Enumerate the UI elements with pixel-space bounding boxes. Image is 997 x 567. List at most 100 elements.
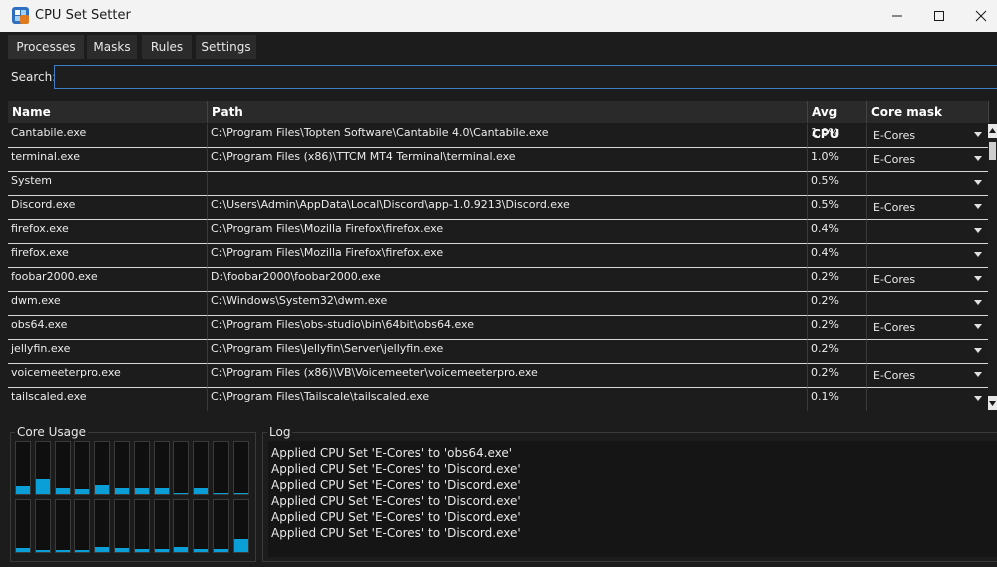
core-mask-dropdown[interactable]: E-Cores	[867, 196, 989, 220]
cell-name: firefox.exe	[8, 220, 208, 244]
core-usage-bar	[34, 441, 51, 495]
column-header-core-mask[interactable]: Core mask	[867, 101, 989, 123]
tab-rules[interactable]: Rules	[142, 35, 192, 59]
core-mask-dropdown[interactable]: E-Cores	[867, 148, 989, 172]
table-row[interactable]: System 0.5%	[8, 172, 989, 196]
log-list[interactable]: Applied CPU Set 'E-Cores' to 'obs64.exe'…	[268, 441, 997, 557]
column-header-path[interactable]: Path	[208, 101, 808, 123]
scroll-down-arrow-icon[interactable]	[988, 396, 997, 410]
table-row[interactable]: voicemeeterpro.exe C:\Program Files (x86)…	[8, 364, 989, 388]
tab-processes[interactable]: Processes	[8, 35, 84, 59]
close-button[interactable]	[958, 0, 997, 32]
core-mask-value: E-Cores	[873, 129, 916, 142]
cell-name: voicemeeterpro.exe	[8, 364, 208, 388]
core-usage-bar	[74, 499, 91, 553]
table-row[interactable]: foobar2000.exe D:\foobar2000\foobar2000.e…	[8, 268, 989, 292]
cell-path: C:\Program Files\Topten Software\Cantabi…	[208, 124, 808, 148]
table-row[interactable]: dwm.exe C:\Windows\System32\dwm.exe 0.2%	[8, 292, 989, 316]
cell-avg-cpu: 0.2%	[808, 340, 867, 364]
table-row[interactable]: obs64.exe C:\Program Files\obs-studio\bin…	[8, 316, 989, 340]
tab-masks[interactable]: Masks	[87, 35, 137, 59]
maximize-button[interactable]	[916, 0, 962, 32]
chevron-down-icon	[974, 252, 982, 257]
cell-name: Cantabile.exe	[8, 124, 208, 148]
core-usage-bar	[114, 499, 130, 553]
core-mask-dropdown[interactable]	[867, 292, 989, 316]
core-usage-fill	[194, 487, 209, 494]
core-usage-bar	[94, 441, 111, 495]
core-usage-fill	[95, 546, 110, 552]
close-icon	[975, 10, 987, 22]
table-row[interactable]: jellyfin.exe C:\Program Files\Jellyfin\Se…	[8, 340, 989, 364]
core-mask-dropdown[interactable]	[867, 340, 989, 364]
cell-name: Discord.exe	[8, 196, 208, 220]
core-mask-value: E-Cores	[873, 321, 916, 334]
core-mask-dropdown[interactable]: E-Cores	[867, 364, 989, 388]
cell-avg-cpu: 0.4%	[808, 220, 867, 244]
cell-path: C:\Program Files\obs-studio\bin\64bit\ob…	[208, 316, 808, 340]
minimize-button[interactable]	[874, 0, 920, 32]
core-mask-value: E-Cores	[873, 153, 916, 166]
cell-path: C:\Program Files (x86)\VB\Voicemeeter\vo…	[208, 364, 808, 388]
table-row[interactable]: Cantabile.exe C:\Program Files\Topten Sof…	[8, 124, 989, 148]
core-mask-dropdown[interactable]	[867, 220, 989, 244]
core-usage-fill	[115, 487, 129, 494]
process-table: Name Path Avg CPU Core mask Cantabile.ex…	[8, 101, 989, 411]
cell-avg-cpu: 1.0%	[808, 148, 867, 172]
cell-name: firefox.exe	[8, 244, 208, 268]
log-entry: Applied CPU Set 'E-Cores' to 'Discord.ex…	[271, 526, 521, 540]
core-mask-dropdown[interactable]	[867, 388, 989, 411]
core-usage-fill	[233, 539, 248, 552]
core-usage-fill	[16, 486, 30, 494]
table-row[interactable]: terminal.exe C:\Program Files (x86)\TTCM …	[8, 148, 989, 172]
scroll-up-arrow-icon[interactable]	[988, 124, 997, 138]
core-mask-dropdown[interactable]	[867, 244, 989, 268]
search-input[interactable]	[54, 65, 997, 89]
core-mask-dropdown[interactable]: E-Cores	[867, 316, 989, 340]
core-usage-bar	[193, 441, 210, 495]
log-entry: Applied CPU Set 'E-Cores' to 'Discord.ex…	[271, 462, 521, 476]
chevron-down-icon	[974, 132, 982, 137]
core-usage-fill	[214, 492, 228, 494]
core-mask-dropdown[interactable]: E-Cores	[867, 268, 989, 292]
core-usage-bar	[153, 441, 170, 495]
chevron-down-icon	[974, 396, 982, 401]
core-usage-bar	[173, 441, 190, 495]
core-mask-dropdown[interactable]: E-Cores	[867, 124, 989, 148]
table-row[interactable]: tailscaled.exe C:\Program Files\Tailscale…	[8, 388, 989, 411]
tab-bar: Processes Masks Rules Settings	[0, 32, 997, 62]
column-header-name[interactable]: Name	[8, 101, 208, 123]
table-row[interactable]: firefox.exe C:\Program Files\Mozilla Fire…	[8, 220, 989, 244]
core-usage-bar	[34, 499, 51, 553]
cell-path: C:\Program Files (x86)\TTCM MT4 Terminal…	[208, 148, 808, 172]
core-mask-value: E-Cores	[873, 369, 916, 382]
core-usage-fill	[154, 487, 169, 494]
log-entry: Applied CPU Set 'E-Cores' to 'obs64.exe'	[271, 446, 513, 460]
core-usage-bar	[213, 499, 229, 553]
core-usage-fill	[233, 492, 248, 494]
core-usage-fill	[115, 548, 129, 552]
tab-settings[interactable]: Settings	[196, 35, 256, 59]
core-usage-bar	[54, 499, 71, 553]
cell-path: C:\Program Files\Mozilla Firefox\firefox…	[208, 220, 808, 244]
table-row[interactable]: firefox.exe C:\Program Files\Mozilla Fire…	[8, 244, 989, 268]
core-usage-fill	[194, 549, 209, 552]
column-header-avg-cpu[interactable]: Avg CPU	[808, 101, 867, 141]
core-usage-fill	[95, 484, 110, 494]
cell-avg-cpu: 0.1%	[808, 388, 867, 411]
scroll-thumb[interactable]	[989, 142, 996, 160]
cell-avg-cpu: 0.2%	[808, 292, 867, 316]
table-scrollbar[interactable]	[988, 124, 997, 411]
core-usage-fill	[134, 487, 149, 494]
core-usage-bar	[133, 499, 150, 553]
core-usage-bar	[153, 499, 170, 553]
cell-name: tailscaled.exe	[8, 388, 208, 411]
core-usage-bar	[232, 441, 249, 495]
table-row[interactable]: Discord.exe C:\Users\Admin\AppData\Local\…	[8, 196, 989, 220]
title-bar: CPU Set Setter	[0, 0, 997, 32]
core-usage-fill	[134, 549, 149, 552]
core-mask-dropdown[interactable]	[867, 172, 989, 196]
chevron-down-icon	[974, 180, 982, 185]
core-mask-value: E-Cores	[873, 201, 916, 214]
core-usage-bar	[193, 499, 210, 553]
